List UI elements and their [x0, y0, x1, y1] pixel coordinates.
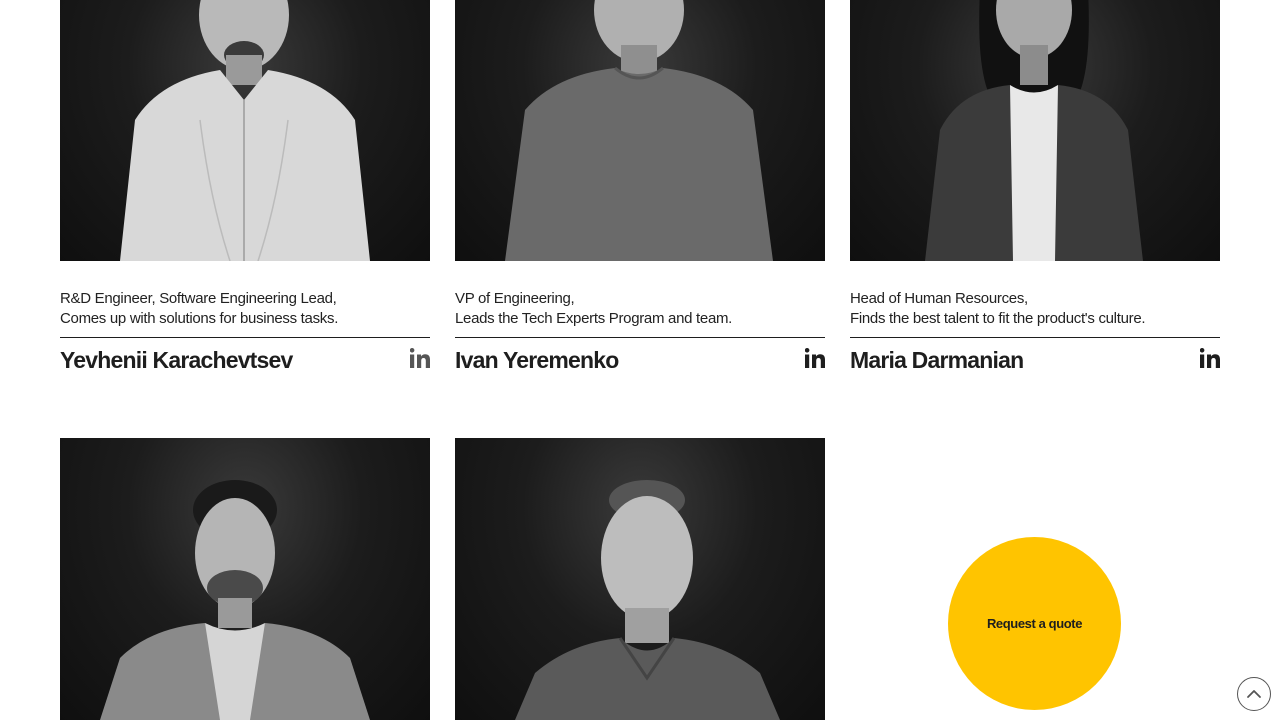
role-description: VP of Engineering, Leads the Tech Expert… — [455, 289, 825, 329]
portrait-photo — [60, 0, 430, 261]
linkedin-icon[interactable] — [1200, 348, 1220, 368]
role-title: R&D Engineer, Software Engineering Lead, — [60, 290, 337, 307]
chevron-up-icon — [1247, 690, 1261, 698]
linkedin-icon[interactable] — [805, 348, 825, 368]
role-title: VP of Engineering, — [455, 290, 575, 307]
scroll-to-top-button[interactable] — [1237, 677, 1271, 711]
role-summary: Finds the best talent to fit the product… — [850, 310, 1146, 327]
portrait-photo — [850, 0, 1220, 261]
portrait-photo — [60, 438, 430, 720]
member-name: Yevhenii Karachevtsev — [60, 347, 293, 373]
divider — [60, 337, 430, 338]
linkedin-icon[interactable] — [410, 348, 430, 368]
role-title: Head of Human Resources, — [850, 290, 1028, 307]
role-summary: Comes up with solutions for business tas… — [60, 310, 339, 327]
divider — [455, 337, 825, 338]
role-summary: Leads the Tech Experts Program and team. — [455, 310, 733, 327]
request-quote-button[interactable]: Request a quote — [948, 537, 1121, 710]
portrait-photo — [455, 0, 825, 261]
member-name: Ivan Yeremenko — [455, 347, 619, 373]
member-name: Maria Darmanian — [850, 347, 1024, 373]
role-description: R&D Engineer, Software Engineering Lead,… — [60, 289, 430, 329]
portrait-photo — [455, 438, 825, 720]
role-description: Head of Human Resources, Finds the best … — [850, 289, 1220, 329]
divider — [850, 337, 1220, 338]
